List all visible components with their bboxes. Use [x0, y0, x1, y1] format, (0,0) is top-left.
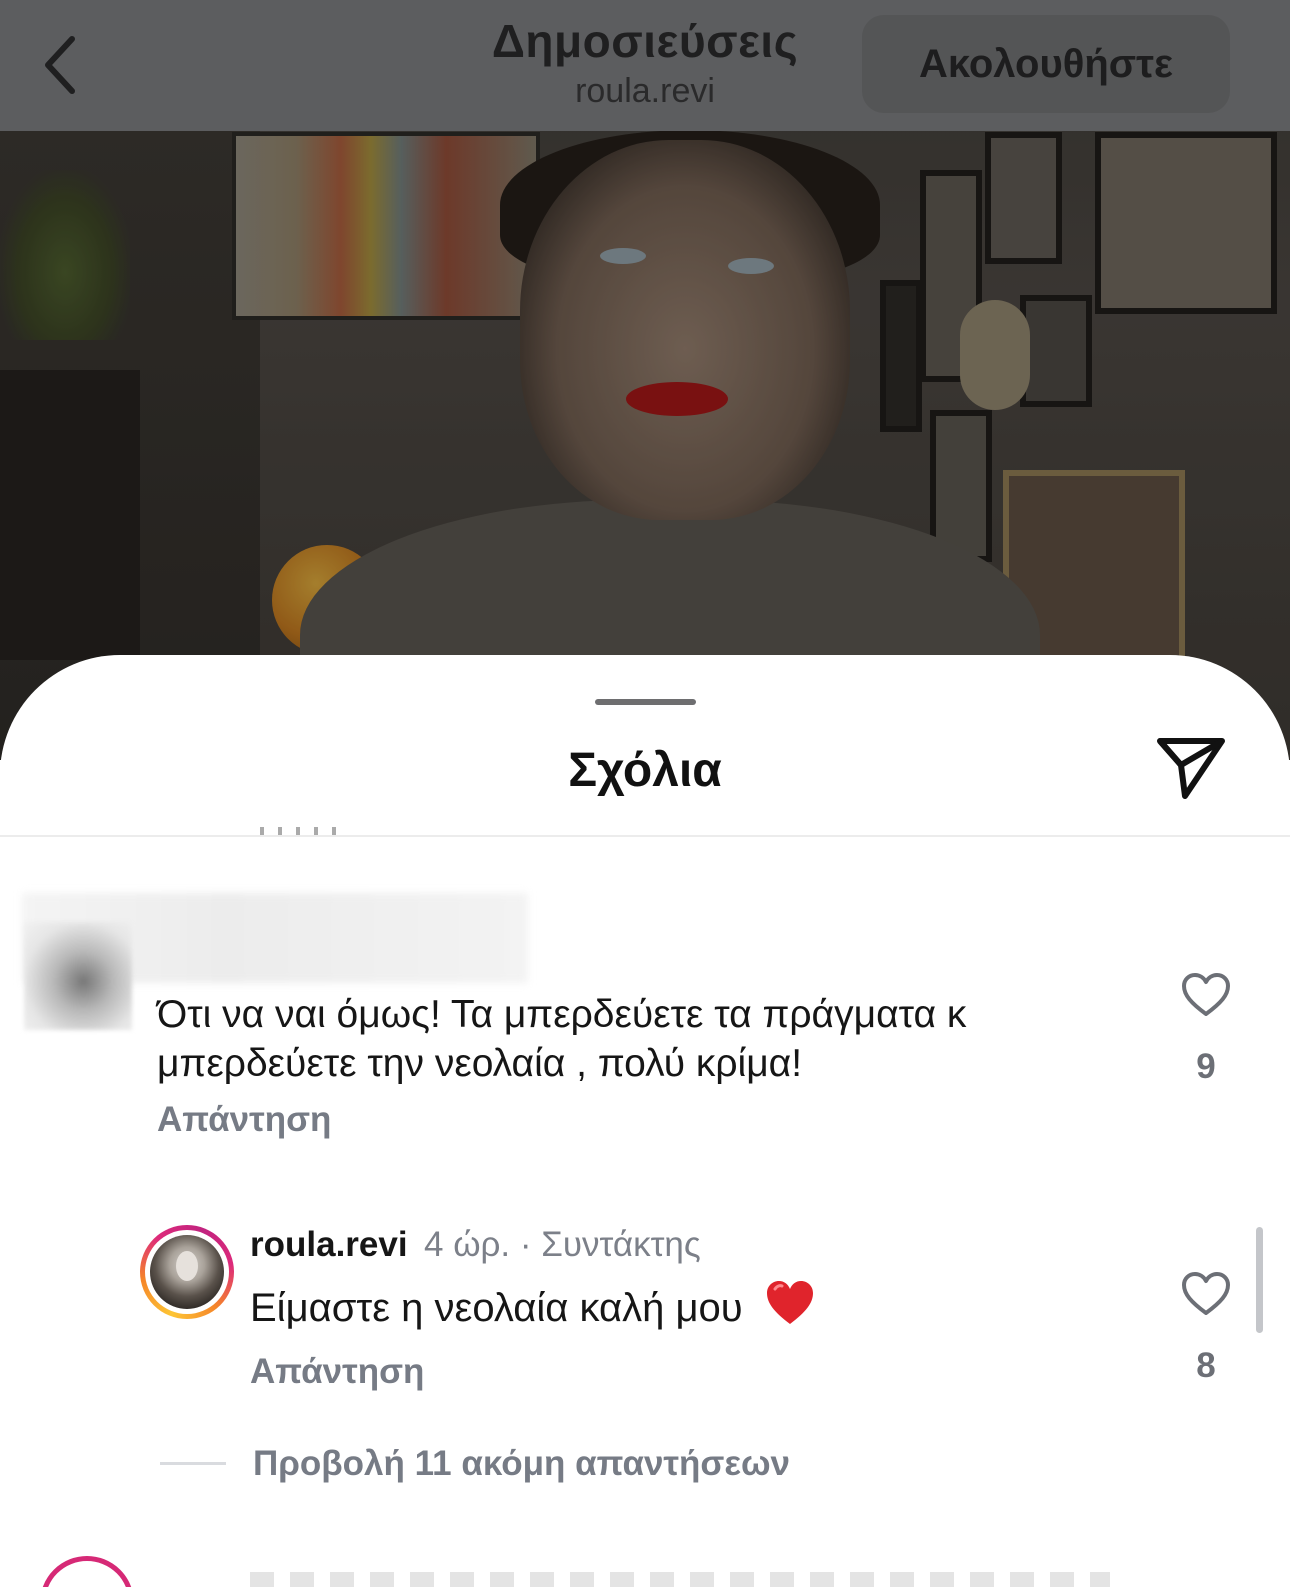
like-count: 8: [1196, 1346, 1216, 1385]
like-button[interactable]: [1176, 1271, 1236, 1317]
sheet-divider: [0, 835, 1290, 837]
reply-button[interactable]: Απάντηση: [250, 1352, 424, 1392]
red-heart-icon: [764, 1279, 816, 1339]
heart-outline-icon: [1182, 1272, 1230, 1315]
share-button[interactable]: [1155, 735, 1235, 805]
heart-outline-icon: [1182, 973, 1230, 1016]
comment-text: Ότι να ναι όμως! Τα μπερδεύετε τα πράγμα…: [157, 993, 967, 1085]
avatar[interactable]: [140, 1225, 234, 1319]
reply-comment-text: Είμαστε η νεολαία καλή μου: [250, 1286, 743, 1330]
blurred-avatar: [24, 922, 132, 1030]
view-more-replies-button[interactable]: Προβολή 11 ακόμη απαντήσεων: [253, 1444, 790, 1484]
scrollbar[interactable]: [1256, 1227, 1263, 1333]
comment-meta: 4 ώρ. · Συντάκτης: [424, 1225, 701, 1264]
next-comment-peek: [250, 1572, 1110, 1587]
top-bar: Δημοσιεύσεις roula.revi Ακολουθήστε: [0, 0, 1290, 131]
comment-text-row: Είμαστε η νεολαία καλή μου: [250, 1279, 816, 1339]
reply-button[interactable]: Απάντηση: [157, 1100, 331, 1140]
sheet-grabber[interactable]: [595, 699, 696, 705]
like-count: 9: [1196, 1047, 1216, 1086]
send-icon: [1157, 738, 1225, 799]
follow-button[interactable]: Ακολουθήστε: [862, 15, 1230, 113]
app-screen: Δημοσιεύσεις roula.revi Ακολουθήστε Σχόλ…: [0, 0, 1290, 1587]
comment-username[interactable]: roula.revi: [250, 1225, 408, 1265]
sheet-title: Σχόλια: [568, 744, 722, 797]
like-button[interactable]: [1176, 972, 1236, 1018]
view-more-divider: [160, 1462, 226, 1465]
